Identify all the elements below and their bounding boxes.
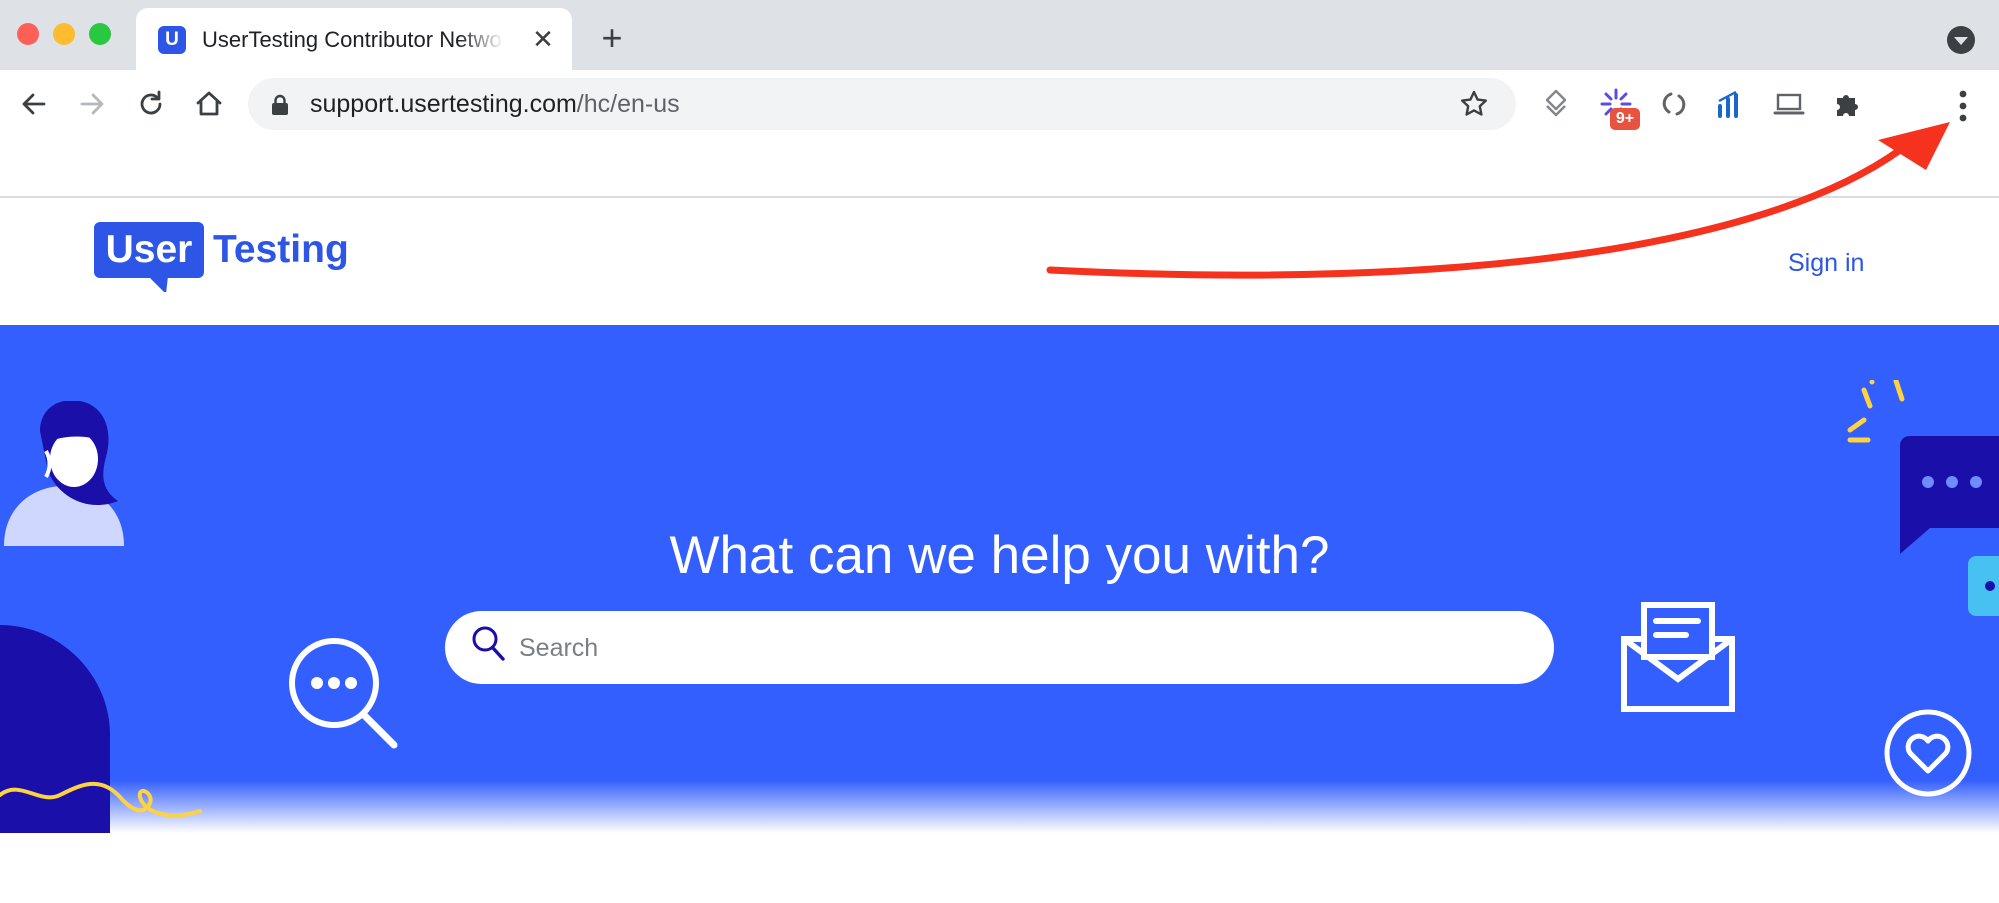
search-input[interactable] <box>517 611 1521 686</box>
tab-close-icon[interactable]: ✕ <box>528 24 558 54</box>
zoom-window-button[interactable] <box>89 23 111 45</box>
logo-left-text: User <box>106 228 193 271</box>
tab-favicon: U <box>158 26 186 54</box>
puzzle-icon[interactable] <box>1830 86 1866 122</box>
home-icon[interactable] <box>189 84 229 124</box>
tab-search-icon[interactable] <box>1947 26 1975 54</box>
new-tab-button[interactable]: + <box>594 20 630 56</box>
close-window-button[interactable] <box>17 23 39 45</box>
analytics-extension-icon[interactable] <box>1712 86 1748 122</box>
site-header: User Testing Sign in <box>0 198 1999 325</box>
reload-icon[interactable] <box>131 84 171 124</box>
usertesting-logo[interactable]: User Testing <box>92 220 362 292</box>
search-icon <box>472 626 505 661</box>
browser-toolbar: support.usertesting.com/hc/en-us <box>0 70 1999 198</box>
logo-right-text: Testing <box>213 228 349 271</box>
sign-in-link[interactable]: Sign in <box>1788 248 1864 278</box>
tab-strip: U UserTesting Contributor Netwo ✕ + <box>0 0 1999 70</box>
url-path: /hc/en-us <box>576 90 680 118</box>
heart-icon <box>1884 709 1972 797</box>
tab-title: UserTesting Contributor Netwo <box>202 27 502 52</box>
address-bar[interactable]: support.usertesting.com/hc/en-us <box>248 78 1516 130</box>
search-box[interactable] <box>445 611 1554 686</box>
browser-tab[interactable]: U UserTesting Contributor Netwo ✕ <box>136 8 572 70</box>
layers-extension-icon[interactable] <box>1538 86 1574 122</box>
sync-extension-icon[interactable] <box>1656 86 1692 122</box>
laptop-extension-icon[interactable] <box>1771 86 1807 122</box>
minimize-window-button[interactable] <box>53 23 75 45</box>
back-icon[interactable] <box>14 84 54 124</box>
lock-icon[interactable] <box>270 94 290 116</box>
chat-bubble-illustration <box>1847 380 1999 616</box>
decorative-shapes <box>0 625 202 833</box>
magnifier-chat-illustration <box>289 638 398 749</box>
extension-badge: 9+ <box>1610 108 1640 130</box>
hero-title: What can we help you with? <box>669 526 1330 585</box>
star-icon[interactable] <box>1458 88 1490 120</box>
more-vert-icon[interactable] <box>1948 84 1978 128</box>
url-domain: support.usertesting.com <box>310 90 577 118</box>
forward-icon[interactable] <box>72 84 112 124</box>
envelope-illustration <box>1621 602 1735 712</box>
hero-banner: What can we help you with? <box>0 325 1999 833</box>
url-text[interactable]: support.usertesting.com/hc/en-us <box>310 90 680 118</box>
